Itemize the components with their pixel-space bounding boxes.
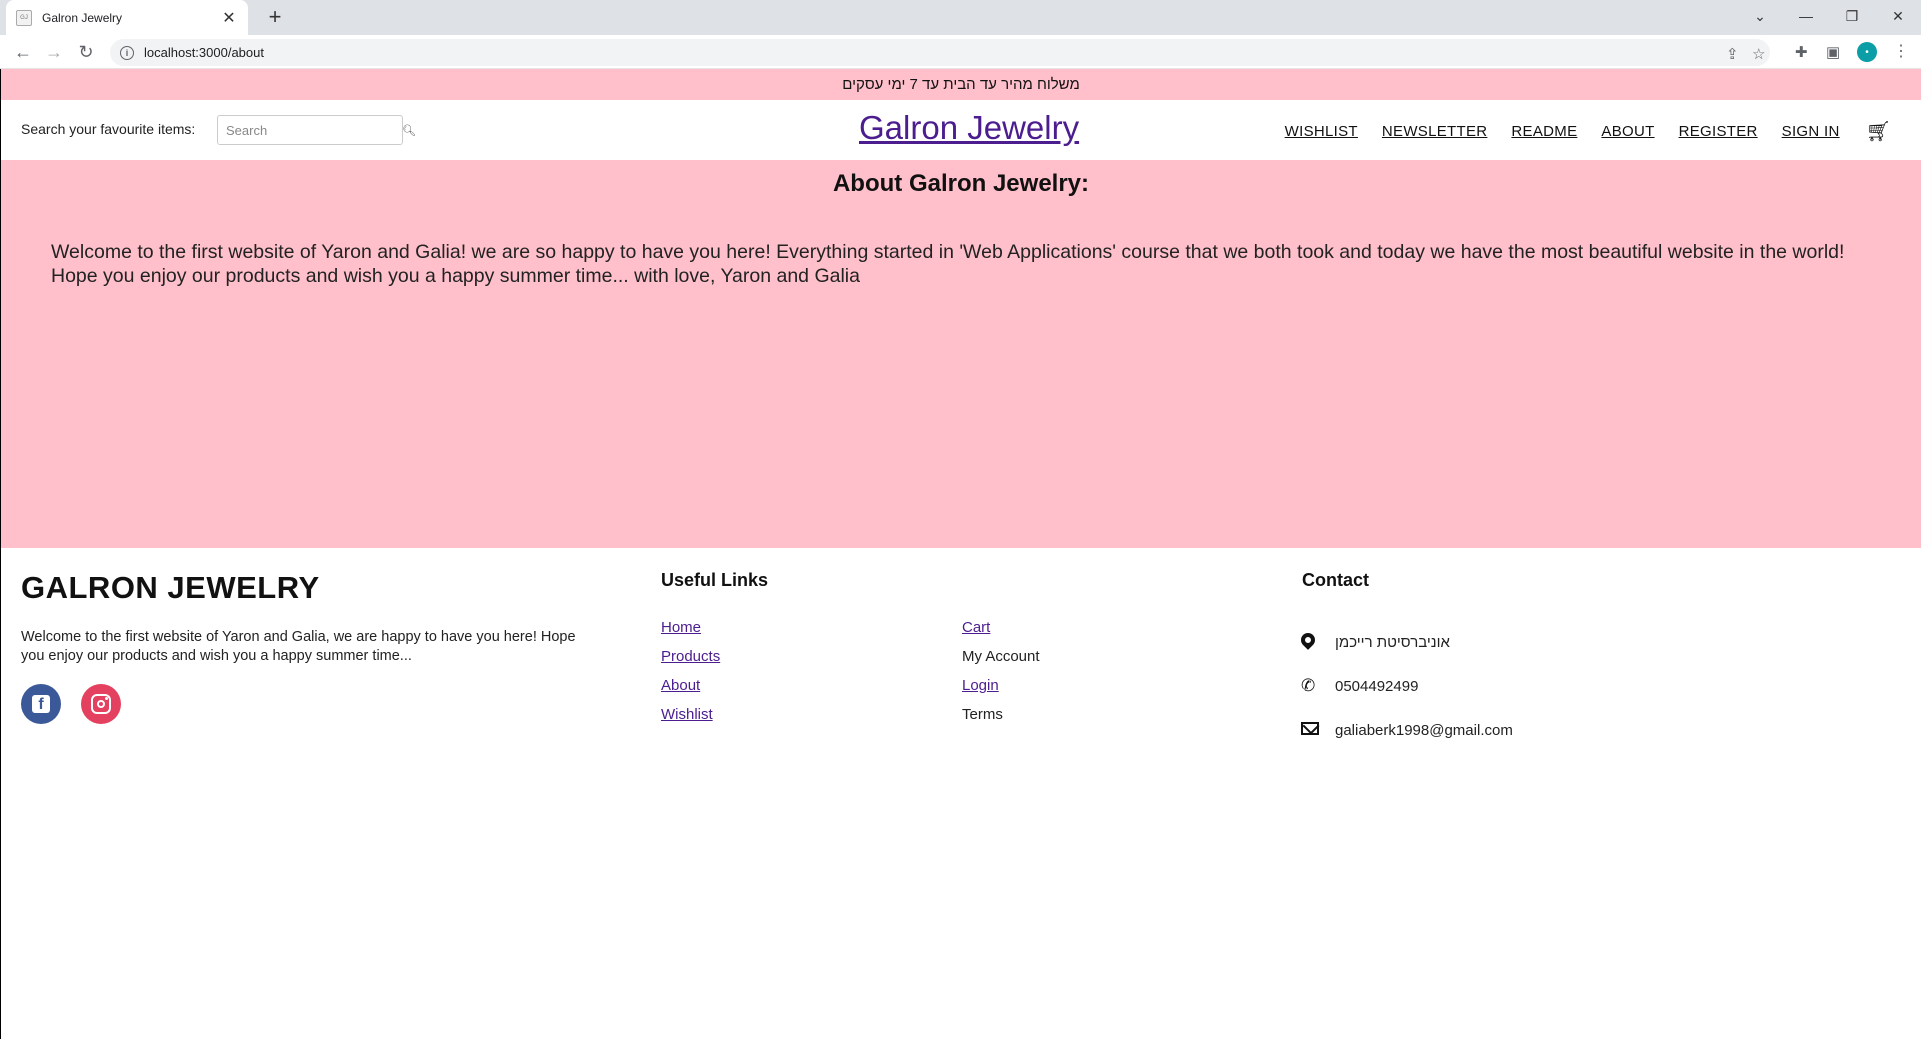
tab-search-icon[interactable]: ⌄	[1737, 0, 1783, 32]
useful-links-title: Useful Links	[661, 570, 769, 590]
web-page: משלוח מהיר עד הבית עד 7 ימי עסקים Search…	[0, 69, 1921, 1039]
promo-banner: משלוח מהיר עד הבית עד 7 ימי עסקים	[1, 69, 1921, 100]
promo-text: משלוח מהיר עד הבית עד 7 ימי עסקים	[842, 76, 1080, 93]
extensions-icon[interactable]: ✚	[1795, 43, 1808, 61]
useful-links-col-1: Home Products About Wishlist	[661, 618, 720, 734]
instagram-button[interactable]	[81, 684, 121, 724]
address-text: אוניברסיטת רייכמן	[1335, 633, 1450, 651]
nav-newsletter[interactable]: NEWSLETTER	[1382, 123, 1488, 140]
bookmark-star-icon[interactable]: ☆	[1752, 45, 1765, 63]
site-favicon-icon: GJ	[16, 9, 32, 26]
about-section: About Galron Jewelry: Welcome to the fir…	[1, 160, 1921, 548]
footer-link-login[interactable]: Login	[962, 676, 1040, 705]
footer-link-wishlist[interactable]: Wishlist	[661, 705, 720, 734]
nav-about[interactable]: ABOUT	[1601, 123, 1654, 140]
reload-icon[interactable]: ↻	[73, 40, 99, 64]
cart-icon[interactable]: 🛒︎	[1866, 119, 1891, 144]
footer-brand: GALRON JEWELRY	[21, 570, 320, 605]
contact-email: galiaberk1998@gmail.com	[1301, 708, 1513, 752]
facebook-button[interactable]: f	[21, 684, 61, 724]
share-icon[interactable]: ⇪	[1726, 45, 1739, 63]
contact-phone: ✆ 0504492499	[1301, 664, 1513, 708]
site-info-icon[interactable]: i	[120, 45, 134, 60]
useful-links-col-2: Cart My Account Login Terms	[962, 618, 1040, 734]
search-box[interactable]: 🔍︎	[217, 115, 416, 145]
footer-link-home[interactable]: Home	[661, 618, 720, 647]
restore-icon[interactable]: ❐	[1829, 0, 1875, 32]
location-pin-icon	[1298, 630, 1335, 652]
browser-toolbar: ← → ↻ i localhost:3000/about ⇪ ☆ ✚ ▣ • ⋮	[0, 35, 1921, 69]
main-nav: WISHLIST NEWSLETTER README ABOUT REGISTE…	[1285, 119, 1891, 144]
browser-tab-bar: GJ Galron Jewelry ✕ + ⌄ — ❐ ✕	[0, 0, 1921, 35]
phone-icon: ✆	[1301, 676, 1316, 695]
search-label: Search your favourite items:	[21, 121, 196, 137]
footer-description: Welcome to the first website of Yaron an…	[21, 629, 576, 664]
nav-register[interactable]: REGISTER	[1679, 123, 1758, 140]
side-panel-icon[interactable]: ▣	[1826, 43, 1840, 61]
tab-title: Galron Jewelry	[42, 10, 123, 25]
footer-text-terms: Terms	[962, 706, 1003, 723]
footer-link-about[interactable]: About	[661, 676, 720, 705]
url-text: localhost:3000/about	[144, 45, 264, 60]
close-window-icon[interactable]: ✕	[1875, 0, 1921, 32]
contact-list: אוניברסיטת רייכמן ✆ 0504492499 galiaberk…	[1298, 620, 1513, 752]
close-tab-icon[interactable]: ✕	[220, 8, 238, 28]
brand-logo-link[interactable]: Galron Jewelry	[859, 109, 1079, 147]
nav-wishlist[interactable]: WISHLIST	[1285, 123, 1358, 140]
search-input[interactable]	[226, 122, 402, 138]
browser-menu-icon[interactable]: ⋮	[1893, 41, 1909, 61]
browser-tab[interactable]: GJ Galron Jewelry ✕	[6, 0, 248, 35]
back-icon[interactable]: ←	[10, 40, 36, 64]
minimize-icon[interactable]: —	[1783, 0, 1829, 32]
contact-address: אוניברסיטת רייכמן	[1298, 620, 1513, 664]
footer-link-cart[interactable]: Cart	[962, 618, 1040, 647]
instagram-icon	[91, 694, 111, 714]
address-bar[interactable]: i localhost:3000/about ⇪ ☆	[110, 39, 1770, 66]
forward-icon[interactable]: →	[41, 40, 67, 64]
about-title: About Galron Jewelry:	[832, 170, 1090, 197]
phone-text: 0504492499	[1335, 677, 1419, 695]
site-footer: GALRON JEWELRY Welcome to the first webs…	[1, 548, 1921, 1039]
new-tab-icon[interactable]: +	[262, 5, 288, 31]
site-header: Search your favourite items: 🔍︎ Galron J…	[1, 100, 1921, 160]
about-body: Welcome to the first website of Yaron an…	[51, 241, 1845, 287]
footer-text-my-account: My Account	[962, 648, 1040, 665]
nav-sign-in[interactable]: SIGN IN	[1782, 123, 1840, 140]
nav-readme[interactable]: README	[1511, 123, 1577, 140]
profile-avatar[interactable]: •	[1857, 42, 1877, 62]
email-text: galiaberk1998@gmail.com	[1335, 721, 1513, 739]
footer-link-products[interactable]: Products	[661, 647, 720, 676]
facebook-icon: f	[32, 695, 50, 713]
mail-icon	[1301, 720, 1335, 740]
search-icon[interactable]: 🔍︎	[402, 124, 416, 137]
contact-title: Contact	[1302, 570, 1369, 590]
